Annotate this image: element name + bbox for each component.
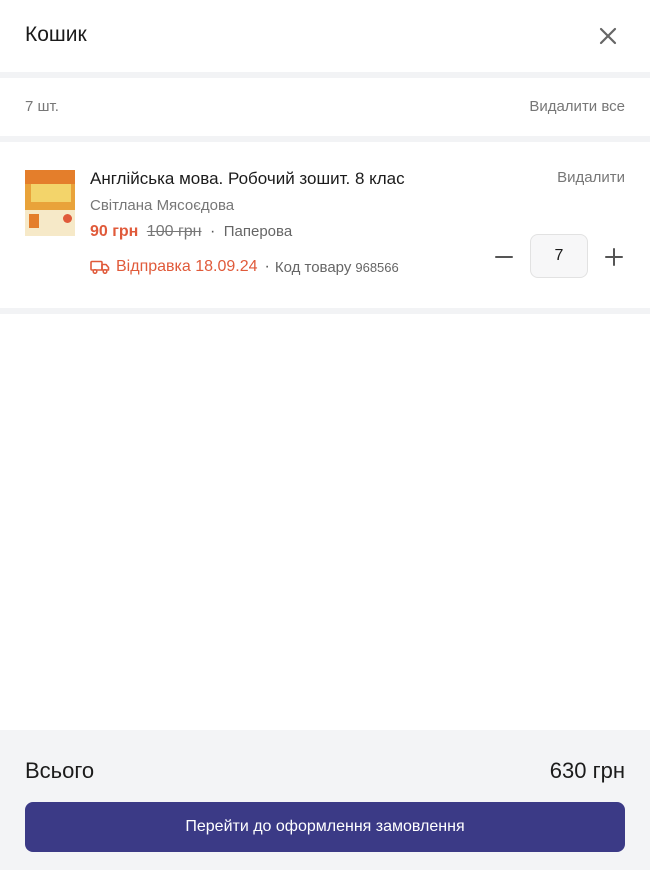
product-code: 968566 — [355, 259, 399, 275]
cart-footer: Всього 630 грн Перейти до оформлення зам… — [0, 730, 650, 870]
product-author: Світлана Мясоєдова — [90, 197, 235, 214]
remove-item-button[interactable]: Видалити — [557, 169, 625, 186]
cart-header: Кошик — [0, 0, 650, 72]
product-price: 90 грн — [90, 223, 139, 240]
truck-icon — [90, 260, 110, 275]
checkout-button[interactable]: Перейти до оформлення замовлення — [25, 802, 625, 852]
cart-count-bar: 7 шт. Видалити все — [0, 78, 650, 136]
increase-quantity-button[interactable] — [602, 245, 626, 269]
total-label: Всього — [25, 758, 95, 783]
product-format: Паперова — [223, 223, 293, 240]
close-icon[interactable] — [594, 22, 622, 50]
separator-dot: · — [264, 258, 270, 275]
quantity-stepper — [490, 234, 630, 278]
item-count: 7 шт. — [25, 98, 59, 115]
shipping-date: Відправка 18.09.24 — [116, 258, 258, 275]
remove-all-button[interactable]: Видалити все — [529, 98, 625, 115]
product-title[interactable]: Англійська мова. Робочий зошит. 8 клас — [90, 169, 405, 189]
separator-dot: · — [209, 223, 216, 240]
decrease-quantity-button[interactable] — [492, 245, 516, 269]
price-row: 90 грн 100 грн · Паперова — [90, 223, 292, 241]
product-code-label: Код товару — [274, 258, 352, 276]
product-image[interactable] — [25, 170, 75, 236]
total-value: 630 грн — [549, 758, 625, 783]
old-price: 100 грн — [146, 223, 202, 240]
shipping-row: Відправка 18.09.24 · Код товару 968566 — [90, 258, 399, 276]
cart-title: Кошик — [25, 23, 87, 46]
quantity-input[interactable] — [530, 234, 588, 278]
divider — [0, 308, 650, 314]
cart-item: Англійська мова. Робочий зошит. 8 клас С… — [0, 142, 650, 308]
